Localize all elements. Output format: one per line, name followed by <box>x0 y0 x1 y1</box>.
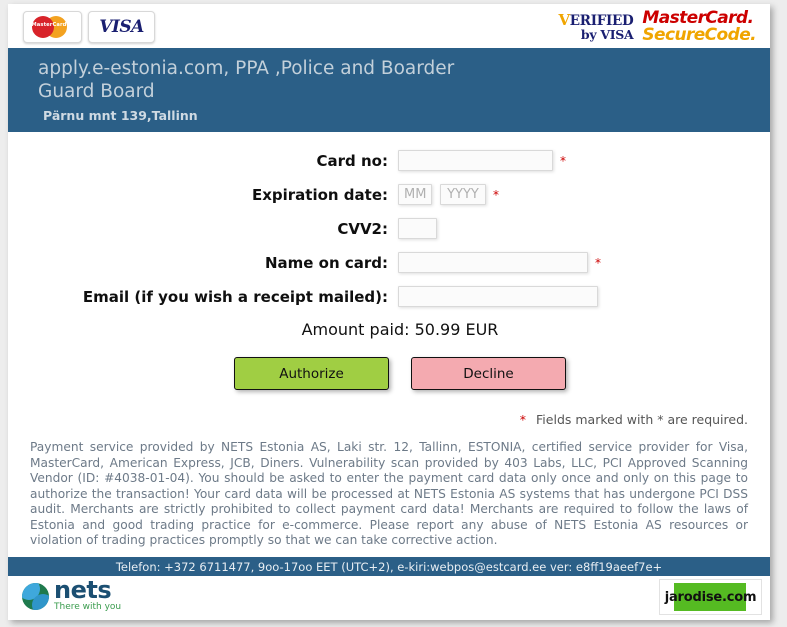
nets-tagline: There with you <box>54 602 122 612</box>
action-buttons: Authorize Decline <box>30 357 770 390</box>
footer-logo-zone: nets There with you jarodise.com <box>8 576 770 620</box>
legal-disclaimer: Payment service provided by NETS Estonia… <box>30 440 748 547</box>
decline-button[interactable]: Decline <box>411 357 566 390</box>
visa-icon: VISA <box>88 11 155 43</box>
required-note-text: Fields marked with * are required. <box>536 412 748 427</box>
required-fields-note: * Fields marked with * are required. <box>8 412 770 427</box>
mastercard-logo-label: MasterCard <box>31 22 67 28</box>
securecode-label: SecureCode. <box>642 25 756 46</box>
mastercard-icon: MasterCard <box>23 11 82 43</box>
mastercard-securecode-icon: MasterCard. SecureCode. <box>642 9 756 46</box>
merchant-title: apply.e-estonia.com, PPA ,Police and Boa… <box>38 58 455 102</box>
payment-form: Card no: * Expiration date: * CVV2: Name… <box>8 132 770 549</box>
expiration-required-mark: * <box>493 187 499 202</box>
security-badges: VERIFIED by VISA MasterCard. SecureCode. <box>558 9 756 46</box>
amount-paid: Amount paid: 50.99 EUR <box>301 320 499 339</box>
payment-page: MasterCard VISA VERIFIED by VISA MasterC… <box>8 4 770 620</box>
visa-logo-label: VISA <box>99 17 144 37</box>
vbv-v-glyph: V <box>558 10 570 29</box>
card-number-label: Card no: <box>316 151 388 170</box>
name-on-card-input[interactable] <box>398 252 588 273</box>
name-on-card-label: Name on card: <box>264 253 388 272</box>
footer-contact-text: Telefon: +372 6711477, 9oo-17oo EET (UTC… <box>115 559 663 574</box>
expiration-year-input[interactable] <box>440 184 486 205</box>
verified-by-visa-icon: VERIFIED by VISA <box>558 10 634 43</box>
vbv-byvisa-label: by VISA <box>580 27 634 43</box>
form-row-card-number: Card no: * <box>8 150 770 171</box>
cvv2-input[interactable] <box>398 218 437 239</box>
nets-wordmark: nets <box>54 576 112 604</box>
merchant-address: Pärnu mnt 139,Tallinn <box>43 108 198 123</box>
expiration-month-input[interactable] <box>398 184 432 205</box>
email-label: Email (if you wish a receipt mailed): <box>82 287 388 306</box>
form-row-email: Email (if you wish a receipt mailed): <box>8 286 770 307</box>
form-row-name-on-card: Name on card: * <box>8 252 770 273</box>
card-number-required-mark: * <box>560 153 566 168</box>
card-number-input[interactable] <box>398 150 553 171</box>
cvv2-label: CVV2: <box>337 219 388 238</box>
card-brand-strip: MasterCard VISA VERIFIED by VISA MasterC… <box>8 4 770 48</box>
form-row-expiration-date: Expiration date: * <box>8 184 770 205</box>
authorize-button[interactable]: Authorize <box>234 357 389 390</box>
email-input[interactable] <box>398 286 598 307</box>
watermark-badge: jarodise.com <box>659 579 762 615</box>
name-on-card-required-mark: * <box>595 255 601 270</box>
nets-globe-icon <box>22 582 49 610</box>
expiration-date-label: Expiration date: <box>251 185 388 204</box>
required-note-star: * <box>519 412 527 427</box>
form-row-cvv2: CVV2: <box>8 218 770 239</box>
nets-logo: nets There with you <box>22 576 122 612</box>
watermark-text: jarodise.com <box>664 589 757 605</box>
merchant-header: apply.e-estonia.com, PPA ,Police and Boa… <box>8 48 770 132</box>
footer-contact-bar: Telefon: +372 6711477, 9oo-17oo EET (UTC… <box>8 557 770 576</box>
